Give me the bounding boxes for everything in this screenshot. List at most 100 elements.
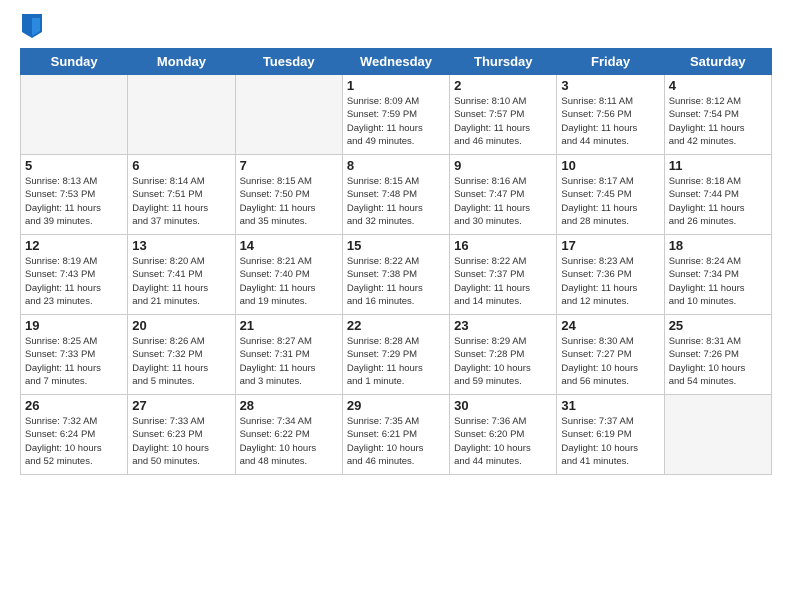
day-number: 20: [132, 318, 230, 333]
day-number: 24: [561, 318, 659, 333]
day-info: Sunrise: 8:19 AM Sunset: 7:43 PM Dayligh…: [25, 255, 123, 308]
calendar: SundayMondayTuesdayWednesdayThursdayFrid…: [20, 48, 772, 475]
day-info: Sunrise: 8:12 AM Sunset: 7:54 PM Dayligh…: [669, 95, 767, 148]
calendar-cell: [128, 75, 235, 155]
header: [20, 16, 772, 38]
day-number: 14: [240, 238, 338, 253]
calendar-cell: 9 Sunrise: 8:16 AM Sunset: 7:47 PM Daylig…: [450, 155, 557, 235]
day-info: Sunrise: 8:22 AM Sunset: 7:38 PM Dayligh…: [347, 255, 445, 308]
logo-icon: [22, 14, 42, 38]
calendar-cell: 10 Sunrise: 8:17 AM Sunset: 7:45 PM Dayli…: [557, 155, 664, 235]
calendar-cell: 5Sunrise: 8:13 AM Sunset: 7:53 PM Daylig…: [21, 155, 128, 235]
day-number: 6: [132, 158, 230, 173]
day-number: 27: [132, 398, 230, 413]
day-info: Sunrise: 8:23 AM Sunset: 7:36 PM Dayligh…: [561, 255, 659, 308]
calendar-cell: 16 Sunrise: 8:22 AM Sunset: 7:37 PM Dayli…: [450, 235, 557, 315]
day-info: Sunrise: 8:30 AM Sunset: 7:27 PM Dayligh…: [561, 335, 659, 388]
calendar-cell: 26 Sunrise: 7:32 AM Sunset: 6:24 PM Dayli…: [21, 395, 128, 475]
day-info: Sunrise: 8:22 AM Sunset: 7:37 PM Dayligh…: [454, 255, 552, 308]
calendar-cell: [664, 395, 771, 475]
day-info: Sunrise: 8:15 AM Sunset: 7:48 PM Dayligh…: [347, 175, 445, 228]
calendar-cell: 3 Sunrise: 8:11 AM Sunset: 7:56 PM Daylig…: [557, 75, 664, 155]
day-number: 11: [669, 158, 767, 173]
calendar-week-5: 26 Sunrise: 7:32 AM Sunset: 6:24 PM Dayli…: [21, 395, 772, 475]
day-number: 30: [454, 398, 552, 413]
day-number: 16: [454, 238, 552, 253]
day-info: Sunrise: 8:09 AM Sunset: 7:59 PM Dayligh…: [347, 95, 445, 148]
calendar-cell: 29 Sunrise: 7:35 AM Sunset: 6:21 PM Dayli…: [342, 395, 449, 475]
day-header-thursday: Thursday: [450, 49, 557, 75]
day-info: Sunrise: 8:28 AM Sunset: 7:29 PM Dayligh…: [347, 335, 445, 388]
day-number: 17: [561, 238, 659, 253]
day-info: Sunrise: 7:33 AM Sunset: 6:23 PM Dayligh…: [132, 415, 230, 468]
calendar-cell: 20 Sunrise: 8:26 AM Sunset: 7:32 PM Dayli…: [128, 315, 235, 395]
day-info: Sunrise: 8:16 AM Sunset: 7:47 PM Dayligh…: [454, 175, 552, 228]
calendar-cell: 24 Sunrise: 8:30 AM Sunset: 7:27 PM Dayli…: [557, 315, 664, 395]
page: SundayMondayTuesdayWednesdayThursdayFrid…: [0, 0, 792, 612]
calendar-cell: 30Sunrise: 7:36 AM Sunset: 6:20 PM Dayli…: [450, 395, 557, 475]
day-info: Sunrise: 7:34 AM Sunset: 6:22 PM Dayligh…: [240, 415, 338, 468]
day-number: 29: [347, 398, 445, 413]
day-number: 26: [25, 398, 123, 413]
calendar-week-4: 19 Sunrise: 8:25 AM Sunset: 7:33 PM Dayli…: [21, 315, 772, 395]
calendar-cell: 1 Sunrise: 8:09 AM Sunset: 7:59 PM Daylig…: [342, 75, 449, 155]
calendar-week-2: 5Sunrise: 8:13 AM Sunset: 7:53 PM Daylig…: [21, 155, 772, 235]
day-number: 4: [669, 78, 767, 93]
day-number: 23: [454, 318, 552, 333]
calendar-week-3: 12 Sunrise: 8:19 AM Sunset: 7:43 PM Dayli…: [21, 235, 772, 315]
day-header-monday: Monday: [128, 49, 235, 75]
day-number: 15: [347, 238, 445, 253]
calendar-cell: 31Sunrise: 7:37 AM Sunset: 6:19 PM Dayli…: [557, 395, 664, 475]
calendar-cell: 7 Sunrise: 8:15 AM Sunset: 7:50 PM Daylig…: [235, 155, 342, 235]
calendar-header-row: SundayMondayTuesdayWednesdayThursdayFrid…: [21, 49, 772, 75]
day-number: 2: [454, 78, 552, 93]
day-info: Sunrise: 8:15 AM Sunset: 7:50 PM Dayligh…: [240, 175, 338, 228]
calendar-cell: 21 Sunrise: 8:27 AM Sunset: 7:31 PM Dayli…: [235, 315, 342, 395]
calendar-cell: [235, 75, 342, 155]
calendar-cell: 19 Sunrise: 8:25 AM Sunset: 7:33 PM Dayli…: [21, 315, 128, 395]
day-info: Sunrise: 7:32 AM Sunset: 6:24 PM Dayligh…: [25, 415, 123, 468]
day-header-friday: Friday: [557, 49, 664, 75]
day-number: 8: [347, 158, 445, 173]
day-info: Sunrise: 8:18 AM Sunset: 7:44 PM Dayligh…: [669, 175, 767, 228]
day-number: 13: [132, 238, 230, 253]
calendar-cell: 17 Sunrise: 8:23 AM Sunset: 7:36 PM Dayli…: [557, 235, 664, 315]
day-header-saturday: Saturday: [664, 49, 771, 75]
calendar-cell: 23 Sunrise: 8:29 AM Sunset: 7:28 PM Dayli…: [450, 315, 557, 395]
day-info: Sunrise: 8:25 AM Sunset: 7:33 PM Dayligh…: [25, 335, 123, 388]
calendar-cell: 4 Sunrise: 8:12 AM Sunset: 7:54 PM Daylig…: [664, 75, 771, 155]
day-info: Sunrise: 8:27 AM Sunset: 7:31 PM Dayligh…: [240, 335, 338, 388]
day-number: 7: [240, 158, 338, 173]
day-info: Sunrise: 8:21 AM Sunset: 7:40 PM Dayligh…: [240, 255, 338, 308]
day-info: Sunrise: 7:35 AM Sunset: 6:21 PM Dayligh…: [347, 415, 445, 468]
day-number: 19: [25, 318, 123, 333]
day-number: 5: [25, 158, 123, 173]
day-header-wednesday: Wednesday: [342, 49, 449, 75]
calendar-cell: 8 Sunrise: 8:15 AM Sunset: 7:48 PM Daylig…: [342, 155, 449, 235]
day-header-sunday: Sunday: [21, 49, 128, 75]
day-number: 10: [561, 158, 659, 173]
calendar-cell: 22Sunrise: 8:28 AM Sunset: 7:29 PM Dayli…: [342, 315, 449, 395]
day-number: 12: [25, 238, 123, 253]
day-number: 3: [561, 78, 659, 93]
calendar-cell: 13Sunrise: 8:20 AM Sunset: 7:41 PM Dayli…: [128, 235, 235, 315]
calendar-cell: [21, 75, 128, 155]
day-number: 28: [240, 398, 338, 413]
day-number: 9: [454, 158, 552, 173]
calendar-cell: 11 Sunrise: 8:18 AM Sunset: 7:44 PM Dayli…: [664, 155, 771, 235]
day-info: Sunrise: 8:17 AM Sunset: 7:45 PM Dayligh…: [561, 175, 659, 228]
day-info: Sunrise: 8:29 AM Sunset: 7:28 PM Dayligh…: [454, 335, 552, 388]
day-info: Sunrise: 8:24 AM Sunset: 7:34 PM Dayligh…: [669, 255, 767, 308]
day-info: Sunrise: 8:26 AM Sunset: 7:32 PM Dayligh…: [132, 335, 230, 388]
day-info: Sunrise: 8:14 AM Sunset: 7:51 PM Dayligh…: [132, 175, 230, 228]
day-number: 1: [347, 78, 445, 93]
day-info: Sunrise: 8:10 AM Sunset: 7:57 PM Dayligh…: [454, 95, 552, 148]
calendar-cell: 25Sunrise: 8:31 AM Sunset: 7:26 PM Dayli…: [664, 315, 771, 395]
day-header-tuesday: Tuesday: [235, 49, 342, 75]
day-number: 18: [669, 238, 767, 253]
day-info: Sunrise: 7:37 AM Sunset: 6:19 PM Dayligh…: [561, 415, 659, 468]
day-number: 25: [669, 318, 767, 333]
calendar-cell: 2 Sunrise: 8:10 AM Sunset: 7:57 PM Daylig…: [450, 75, 557, 155]
day-number: 21: [240, 318, 338, 333]
day-info: Sunrise: 8:11 AM Sunset: 7:56 PM Dayligh…: [561, 95, 659, 148]
